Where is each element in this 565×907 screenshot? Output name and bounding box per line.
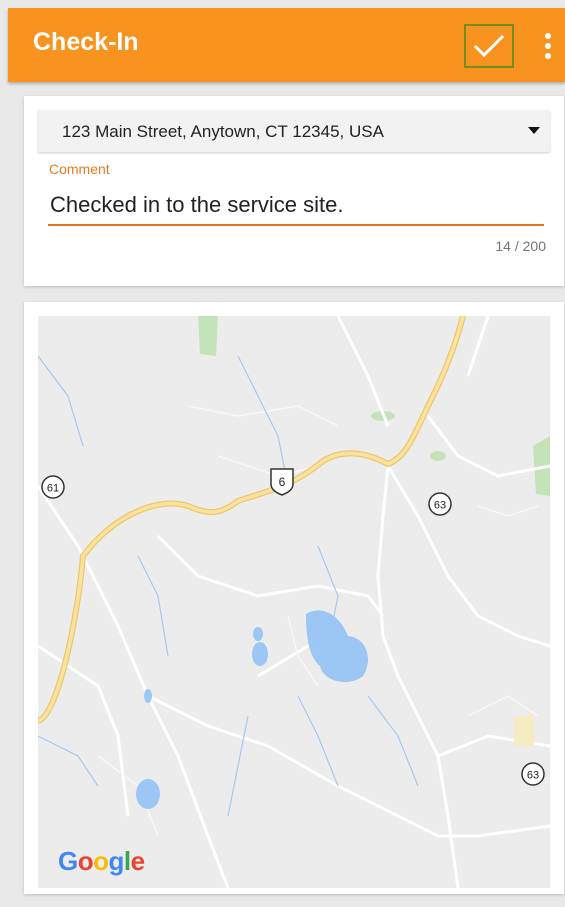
svg-text:6: 6	[279, 475, 286, 489]
address-dropdown[interactable]: 123 Main Street, Anytown, CT 12345, USA	[38, 110, 550, 152]
google-logo: Google	[58, 846, 145, 876]
route-63-shield-icon: 63	[428, 492, 452, 516]
confirm-check-in-button[interactable]	[464, 24, 514, 68]
address-selected-value: 123 Main Street, Anytown, CT 12345, USA	[62, 122, 384, 141]
route-61-shield-icon: 61	[41, 475, 65, 499]
svg-text:61: 61	[47, 483, 59, 495]
more-vert-icon	[545, 33, 551, 59]
svg-text:63: 63	[434, 500, 446, 512]
overflow-menu-button[interactable]	[534, 30, 562, 62]
dropdown-arrow-icon	[528, 127, 540, 134]
map-card: 61 6 63 63 Google	[24, 302, 564, 894]
svg-text:63: 63	[527, 770, 539, 782]
location-map[interactable]: 61 6 63 63 Google	[38, 316, 550, 888]
route-6-shield-icon: 6	[270, 468, 294, 496]
screen-title: Check-In	[33, 28, 139, 56]
route-63-shield-icon: 63	[521, 762, 545, 786]
check-icon	[473, 34, 505, 58]
comment-label: Comment	[49, 161, 110, 177]
character-counter: 14 / 200	[495, 238, 546, 254]
check-in-form-card: 123 Main Street, Anytown, CT 12345, USA …	[24, 96, 564, 286]
comment-input[interactable]	[48, 186, 544, 226]
app-bar: Check-In	[8, 8, 565, 82]
